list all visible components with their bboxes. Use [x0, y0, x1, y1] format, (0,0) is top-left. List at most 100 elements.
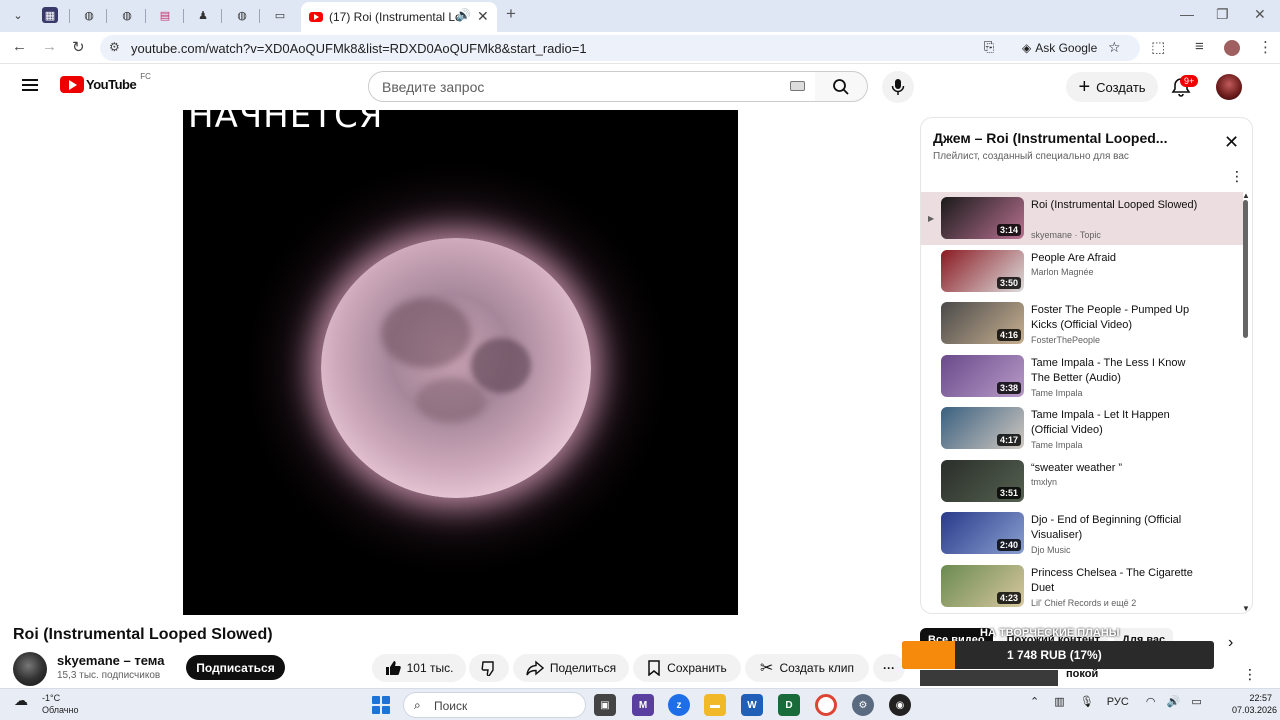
- chips-next-icon[interactable]: ›: [1228, 634, 1233, 652]
- globe-icon[interactable]: ◍: [234, 7, 250, 23]
- person-icon[interactable]: ♟: [195, 7, 211, 23]
- tab-list-icon[interactable]: ⌄: [10, 7, 26, 23]
- speaker-icon[interactable]: 🔊: [456, 8, 471, 22]
- playlist-item-title[interactable]: People Are Afraid: [1031, 251, 1201, 266]
- playlist-item-title[interactable]: Tame Impala - Let It Happen (Official Vi…: [1031, 408, 1201, 438]
- clip-button[interactable]: ✂ Создать клип: [745, 654, 869, 682]
- pinned-tab-icon[interactable]: ▦: [42, 7, 58, 23]
- weather-widget[interactable]: ☁ -1°C Облачно: [14, 692, 78, 716]
- video-thumbnail[interactable]: 3:38: [941, 354, 1024, 397]
- word-icon[interactable]: W: [741, 694, 763, 716]
- search-input[interactable]: [382, 72, 762, 101]
- next-video-thumbnail[interactable]: [920, 670, 1058, 686]
- dislike-button[interactable]: [469, 654, 509, 682]
- playlist-item-title[interactable]: Foster The People - Pumped Up Kicks (Off…: [1031, 303, 1201, 333]
- task-view-icon[interactable]: ▣: [594, 694, 616, 716]
- channel-name[interactable]: skyemane – тема: [57, 653, 164, 668]
- playlist-item[interactable]: Музеи: [921, 612, 1243, 613]
- chat-icon[interactable]: ▭: [272, 7, 288, 23]
- reload-icon[interactable]: ↻: [72, 38, 85, 56]
- next-video-more-icon[interactable]: ⋮: [1243, 666, 1257, 683]
- like-button[interactable]: 101 тыс.: [372, 654, 466, 682]
- tray-chevron-icon[interactable]: ⌃: [1030, 696, 1039, 708]
- video-player[interactable]: НАЧНЕТСЯ: [183, 110, 738, 615]
- keyboard-icon[interactable]: [790, 81, 805, 91]
- playlist-scrollbar[interactable]: [1243, 200, 1248, 338]
- minimize-icon[interactable]: —: [1180, 6, 1194, 22]
- video-thumbnail[interactable]: 3:14: [941, 197, 1024, 239]
- playlist-item[interactable]: 3:38 Tame Impala - The Less I Know The Be…: [921, 350, 1243, 403]
- video-thumbnail[interactable]: 2:40: [941, 512, 1024, 554]
- install-icon[interactable]: ⎘: [984, 39, 994, 55]
- playlist-item-title[interactable]: Roi (Instrumental Looped Slowed): [1031, 198, 1201, 213]
- scroll-down-icon[interactable]: ▼: [1242, 604, 1250, 613]
- video-thumbnail[interactable]: 3:51: [941, 459, 1024, 502]
- globe-icon[interactable]: ◍: [81, 7, 97, 23]
- chrome-icon[interactable]: [815, 694, 837, 716]
- clock[interactable]: 22:57 07.03.2026: [1232, 692, 1277, 716]
- menu-icon[interactable]: ⋮: [1258, 38, 1273, 56]
- channel-avatar[interactable]: [13, 652, 47, 686]
- playlist-item-title[interactable]: Princess Chelsea - The Cigarette Duet: [1031, 566, 1201, 596]
- more-actions-button[interactable]: ···: [873, 654, 905, 682]
- forward-icon[interactable]: →: [42, 38, 57, 55]
- new-tab-icon[interactable]: +: [506, 4, 516, 24]
- site-info-icon[interactable]: ⚙: [109, 40, 120, 54]
- hamburger-menu-icon[interactable]: [22, 79, 38, 91]
- playlist-item[interactable]: 3:50 People Are Afraid Marlon Magnée: [921, 245, 1243, 298]
- close-window-icon[interactable]: ✕: [1254, 6, 1266, 23]
- promo-banner[interactable]: 1 748 RUB (17%): [902, 641, 1214, 669]
- playlist-item[interactable]: 4:16 Foster The People - Pumped Up Kicks …: [921, 297, 1243, 350]
- ask-google-button[interactable]: ◈ Ask Google: [1014, 38, 1105, 58]
- omnibox[interactable]: ⚙ youtube.com/watch?v=XD0AoQUFMk8&list=R…: [100, 35, 1140, 61]
- voice-search-button[interactable]: [882, 71, 914, 103]
- playlist-item[interactable]: ▶ 3:14 Roi (Instrumental Looped Slowed) sky…: [921, 192, 1243, 245]
- tab-search-icon[interactable]: ≡: [1195, 38, 1204, 55]
- bookmark-star-icon[interactable]: ☆: [1108, 39, 1121, 56]
- profile-avatar[interactable]: [1224, 40, 1240, 56]
- next-video-title[interactable]: покой: [1066, 668, 1098, 680]
- playlist-item-title[interactable]: “sweater weather ”: [1031, 461, 1201, 476]
- playlist-item-title[interactable]: Djo - End of Beginning (Official Visuali…: [1031, 513, 1201, 543]
- zoom-icon[interactable]: z: [668, 694, 690, 716]
- globe-icon[interactable]: ◍: [119, 7, 135, 23]
- playlist-more-icon[interactable]: ⋮: [1230, 168, 1244, 185]
- create-button[interactable]: + Создать: [1066, 72, 1158, 102]
- video-thumbnail[interactable]: 4:23: [941, 564, 1024, 607]
- share-button[interactable]: Поделиться: [513, 654, 629, 682]
- playlist-item[interactable]: 3:51 “sweater weather ” tmxlyn: [921, 455, 1243, 508]
- battery-icon[interactable]: ▭: [1191, 696, 1201, 708]
- subscribe-button[interactable]: Подписаться: [186, 655, 285, 680]
- account-avatar[interactable]: [1216, 74, 1242, 100]
- save-button[interactable]: Сохранить: [633, 654, 741, 682]
- maximize-icon[interactable]: ❐: [1216, 6, 1229, 23]
- youtube-logo[interactable]: YouTube FC: [60, 72, 151, 93]
- playlist-item[interactable]: 4:23 Princess Chelsea - The Cigarette Due…: [921, 560, 1243, 613]
- video-thumbnail[interactable]: 3:50: [941, 249, 1024, 292]
- close-playlist-icon[interactable]: ✕: [1224, 132, 1239, 153]
- playlist-item-title[interactable]: Tame Impala - The Less I Know The Better…: [1031, 356, 1201, 386]
- url-text[interactable]: youtube.com/watch?v=XD0AoQUFMk8&list=RDX…: [131, 41, 587, 56]
- video-thumbnail[interactable]: 4:16: [941, 302, 1024, 344]
- wifi-icon[interactable]: ◠: [1146, 696, 1156, 708]
- extensions-icon[interactable]: ⬚: [1151, 38, 1165, 56]
- search-button[interactable]: [815, 71, 868, 102]
- file-explorer-icon[interactable]: ▬: [704, 694, 726, 716]
- app-icon[interactable]: D: [778, 694, 800, 716]
- taskbar-search[interactable]: ⌕ Поиск: [403, 692, 586, 718]
- tray-app-icon[interactable]: ▥: [1054, 696, 1064, 708]
- close-tab-icon[interactable]: ✕: [477, 8, 489, 25]
- app-icon[interactable]: M: [632, 694, 654, 716]
- settings-icon[interactable]: ⚙: [852, 694, 874, 716]
- playlist-item[interactable]: 2:40 Djo - End of Beginning (Official Vis…: [921, 507, 1243, 560]
- playlist-item[interactable]: 4:17 Tame Impala - Let It Happen (Officia…: [921, 402, 1243, 455]
- gift-icon[interactable]: ▤: [157, 7, 173, 23]
- scroll-up-icon[interactable]: ▲: [1242, 191, 1250, 200]
- active-browser-tab[interactable]: (17) Roi (Instrumental Looped... 🔊 ✕: [301, 2, 497, 32]
- start-button[interactable]: [372, 696, 390, 714]
- video-thumbnail[interactable]: 4:17: [941, 407, 1024, 449]
- language-indicator[interactable]: РУС: [1107, 696, 1129, 708]
- volume-icon[interactable]: 🔊: [1167, 696, 1181, 708]
- app-icon[interactable]: ◉: [889, 694, 911, 716]
- mic-icon[interactable]: 🎙: [1080, 696, 1094, 708]
